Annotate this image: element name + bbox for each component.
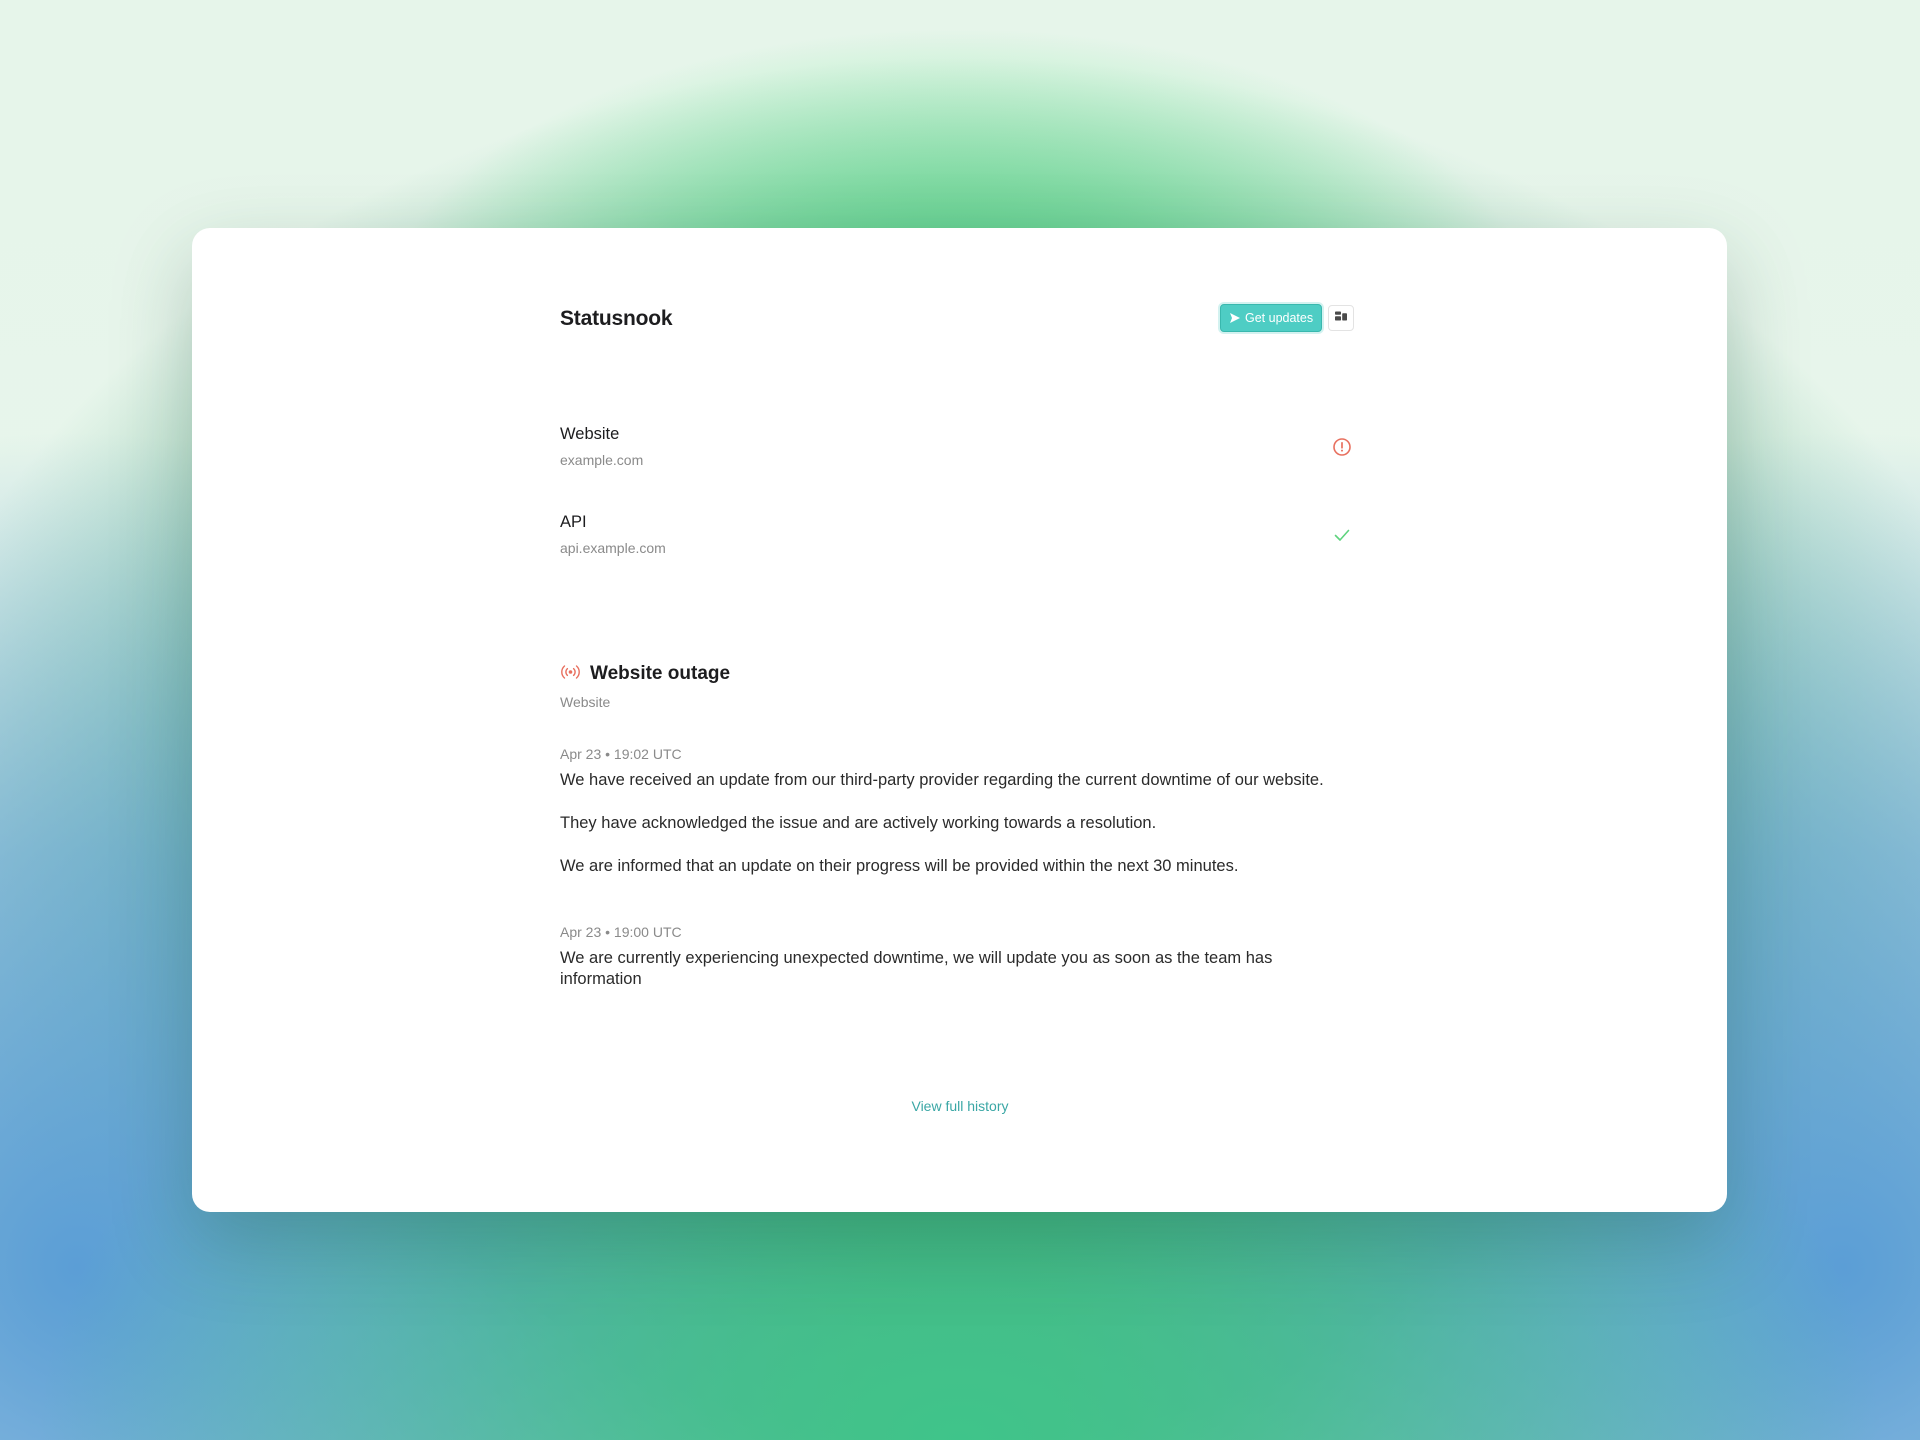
update-paragraph: We are currently experiencing unexpected… (560, 949, 1273, 988)
update-paragraph: We are informed that an update on their … (560, 857, 1239, 875)
alert-circle-icon (1332, 437, 1352, 457)
send-icon (1229, 312, 1241, 324)
service-row-website: Website example.com (560, 425, 1360, 475)
layout-toggle-icon (1334, 309, 1348, 327)
incident-title: Website outage (590, 663, 731, 684)
update-timestamp: Apr 23 • 19:00 UTC (560, 924, 682, 940)
update-paragraph: We have received an update from our thir… (560, 771, 1324, 789)
theme-toggle-button[interactable] (1328, 305, 1354, 331)
update-paragraph: They have acknowledged the issue and are… (560, 814, 1157, 832)
page-header: Statusnook Get updates (560, 304, 1360, 336)
status-page-card: Statusnook Get updates Website example.c… (192, 228, 1727, 1212)
broadcast-icon (560, 664, 581, 685)
incident-affected-service: Website (560, 694, 611, 710)
service-name: Website (560, 425, 620, 443)
incident-heading: Website outage (560, 662, 730, 686)
view-full-history-link[interactable]: View full history (560, 1098, 1360, 1114)
incident-update: Apr 23 • 19:00 UTC We are currently expe… (560, 924, 1360, 1012)
service-row-api: API api.example.com (560, 513, 1360, 563)
get-updates-label: Get updates (1245, 311, 1314, 325)
service-host: api.example.com (560, 540, 666, 556)
service-name: API (560, 513, 587, 531)
brand-title: Statusnook (560, 307, 673, 330)
get-updates-button[interactable]: Get updates (1220, 304, 1323, 332)
update-timestamp: Apr 23 • 19:02 UTC (560, 746, 682, 762)
incident-update: Apr 23 • 19:02 UTC We have received an u… (560, 746, 1360, 899)
check-icon (1332, 525, 1352, 545)
service-host: example.com (560, 452, 644, 468)
